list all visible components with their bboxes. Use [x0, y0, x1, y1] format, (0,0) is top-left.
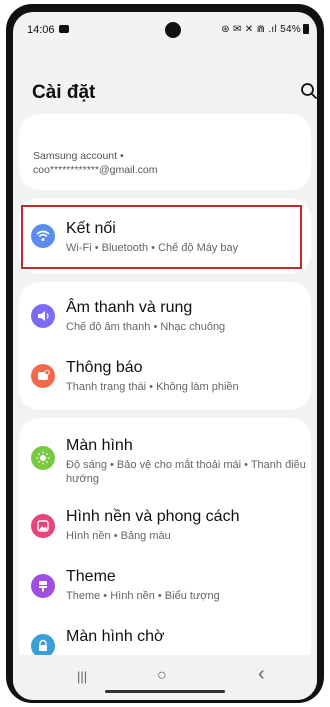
account-email: coo************@gmail.com: [33, 164, 158, 176]
theme-icon: [31, 574, 55, 598]
home-indicator: [105, 690, 225, 693]
sound-subtitle: Chế độ âm thanh • Nhạc chuông: [66, 321, 226, 333]
search-icon[interactable]: [300, 82, 317, 100]
sound-title: Âm thanh và rung: [66, 299, 193, 316]
settings-item-notifications[interactable]: Thông báo Thanh trạng thái • Không làm p…: [19, 346, 311, 410]
recents-button[interactable]: |||: [77, 669, 87, 684]
settings-item-sound[interactable]: Âm thanh và rung Chế độ âm thanh • Nhạc …: [19, 282, 311, 346]
navigation-bar: ||| ○ ‹: [13, 655, 317, 700]
lockscreen-title: Màn hình chờ: [66, 628, 165, 645]
samsung-account-card[interactable]: Samsung account • coo************@gmail.…: [19, 114, 311, 190]
display-card: Màn hình Độ sáng • Bảo vệ cho mắt thoải …: [19, 418, 311, 668]
status-time: 14:06: [27, 24, 55, 36]
settings-item-wallpaper[interactable]: Hình nền và phong cách Hình nền • Bảng m…: [19, 496, 311, 556]
settings-item-display[interactable]: Màn hình Độ sáng • Bảo vệ cho mắt thoải …: [19, 418, 311, 496]
notifications-title: Thông báo: [66, 359, 143, 376]
wallpaper-title: Hình nền và phong cách: [66, 508, 240, 525]
phone-screen: 14:06 ⊛ ✉ ✕ ⋒ .ıl 54% Cài đặt Samsung ac…: [13, 12, 317, 700]
brightness-icon: [31, 446, 55, 470]
display-title: Màn hình: [66, 437, 133, 454]
sound-notifications-card: Âm thanh và rung Chế độ âm thanh • Nhạc …: [19, 282, 311, 410]
notifications-subtitle: Thanh trạng thái • Không làm phiền: [66, 381, 239, 393]
settings-item-theme[interactable]: Theme Theme • Hình nền • Biểu tượng: [19, 556, 311, 616]
back-button[interactable]: ‹: [258, 663, 265, 686]
battery-icon: [303, 24, 309, 35]
wallpaper-icon: [31, 514, 55, 538]
wallpaper-subtitle: Hình nền • Bảng màu: [66, 530, 171, 542]
speaker-icon: [31, 304, 55, 328]
display-subtitle: Độ sáng • Bảo vệ cho mắt thoải mái • Tha…: [66, 459, 306, 485]
page-title: Cài đặt: [32, 82, 96, 103]
status-icons: ⊛ ✉ ✕ ⋒ .ıl 54%: [221, 24, 309, 35]
notification-icon: [31, 364, 55, 388]
highlight-box: [21, 205, 302, 269]
gallery-icon: [59, 25, 69, 33]
front-camera: [165, 22, 181, 38]
theme-subtitle: Theme • Hình nền • Biểu tượng: [66, 590, 220, 602]
home-button[interactable]: ○: [157, 667, 167, 685]
account-label: Samsung account •: [33, 150, 124, 162]
theme-title: Theme: [66, 568, 116, 585]
